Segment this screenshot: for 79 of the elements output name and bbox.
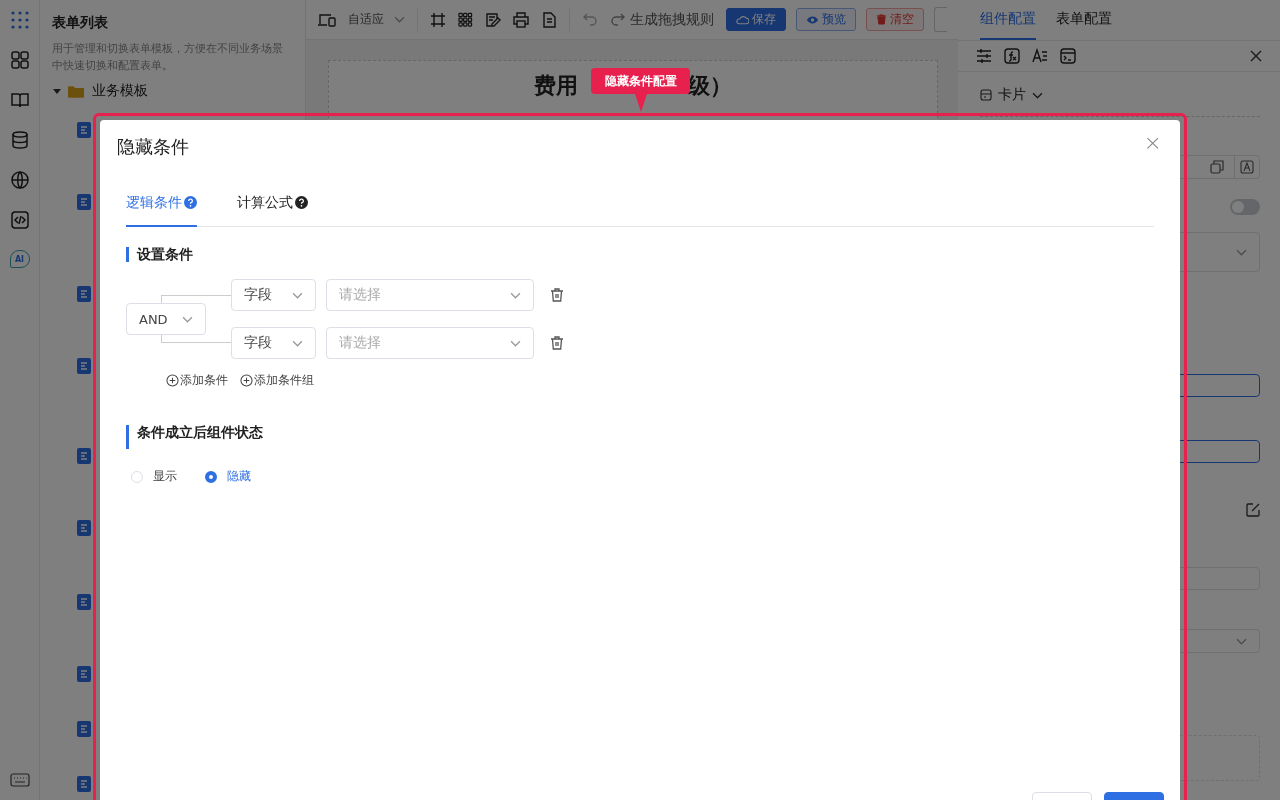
grid-icon[interactable] [9, 50, 30, 70]
chevron-down-icon [394, 16, 405, 23]
close-button[interactable]: × [1139, 129, 1166, 155]
dialog-tab[interactable]: 计算公式 [237, 180, 308, 227]
radio-option[interactable]: 显示 [131, 468, 177, 485]
book-icon[interactable] [9, 90, 30, 110]
card-icon [980, 89, 992, 101]
field-dropdown[interactable]: 字段 [231, 279, 316, 311]
printer-icon[interactable] [513, 11, 529, 28]
help-icon [184, 196, 197, 209]
device-icon[interactable] [318, 12, 336, 27]
trash-icon[interactable] [550, 288, 564, 302]
function-icon[interactable] [1004, 48, 1020, 64]
text-style-icon[interactable] [1032, 48, 1048, 64]
dialog-tab[interactable]: 逻辑条件 [126, 180, 197, 227]
chevron-down-icon [292, 291, 303, 299]
document-icon [77, 448, 91, 464]
database-icon[interactable] [9, 130, 30, 150]
document-icon [77, 520, 91, 536]
chevron-down-icon [510, 291, 521, 299]
redo-icon[interactable] [610, 11, 626, 28]
generate-rules-button[interactable]: 生成拖拽规则 [630, 10, 714, 29]
radio-option[interactable]: 隐藏 [205, 468, 251, 485]
save-button[interactable]: 保存 [726, 8, 786, 31]
plus-circle-icon [166, 374, 179, 387]
preview-button[interactable]: 预览 [796, 8, 856, 31]
chevron-down-icon [292, 339, 303, 347]
section-heading: 设置条件 [126, 247, 1154, 262]
add-group-link[interactable]: 添加条件组 [240, 372, 314, 389]
chevron-down-icon [182, 315, 193, 323]
value-dropdown[interactable]: 请选择 [326, 327, 534, 359]
cloud-icon [736, 14, 749, 25]
field-dropdown[interactable]: 字段 [231, 327, 316, 359]
grid-dots-logo[interactable] [9, 10, 30, 30]
close-icon[interactable] [1250, 50, 1262, 62]
font-icon[interactable] [1240, 160, 1254, 174]
folder-icon [68, 84, 84, 98]
clear-button[interactable]: 清空 [866, 8, 924, 31]
trash-icon [876, 14, 887, 25]
plus-circle-icon [240, 374, 253, 387]
panel-tab[interactable]: 表单配置 [1056, 0, 1112, 40]
document-icon [77, 721, 91, 737]
section-heading: 条件成立后组件状态 [126, 425, 1154, 449]
dialog-title: 隐藏条件 [117, 135, 189, 159]
edit-icon[interactable] [1246, 503, 1260, 517]
crop-icon[interactable] [430, 11, 446, 28]
add-condition-link[interactable]: 添加条件 [166, 372, 228, 389]
operator-dropdown[interactable]: AND [126, 303, 206, 335]
keyboard-icon[interactable] [9, 773, 30, 787]
value-dropdown[interactable]: 请选择 [326, 279, 534, 311]
panel-tab[interactable]: 组件配置 [980, 0, 1036, 40]
chevron-down-icon [510, 339, 521, 347]
edit-icon[interactable] [485, 11, 501, 28]
document-icon [77, 286, 91, 302]
document-icon[interactable] [541, 11, 557, 28]
document-icon [77, 776, 91, 792]
grid-icon[interactable] [458, 11, 473, 28]
sliders-icon[interactable] [976, 48, 992, 64]
document-icon [77, 358, 91, 374]
component-type-dropdown[interactable]: 卡片 [980, 86, 1043, 104]
sidebar-title: 表单列表 [52, 14, 109, 32]
tree-folder-item[interactable]: 业务模板 [52, 82, 293, 100]
trash-icon[interactable] [550, 336, 564, 350]
document-icon [77, 666, 91, 682]
copy-icon[interactable] [1210, 160, 1224, 174]
toggle-switch[interactable] [1230, 199, 1260, 215]
chevron-down-icon [1236, 637, 1247, 645]
document-icon [77, 194, 91, 210]
help-icon [295, 196, 308, 209]
globe-icon[interactable] [9, 170, 30, 190]
form-title: 费用 [534, 72, 578, 100]
document-icon [77, 594, 91, 610]
chevron-down-icon [1032, 91, 1043, 99]
layout-dropdown[interactable]: 自适应 [348, 11, 405, 28]
chevron-down-icon [1236, 248, 1247, 256]
document-icon [77, 122, 91, 138]
terminal-icon[interactable] [1060, 48, 1076, 64]
code-icon[interactable] [9, 210, 30, 230]
eye-icon [806, 14, 819, 25]
